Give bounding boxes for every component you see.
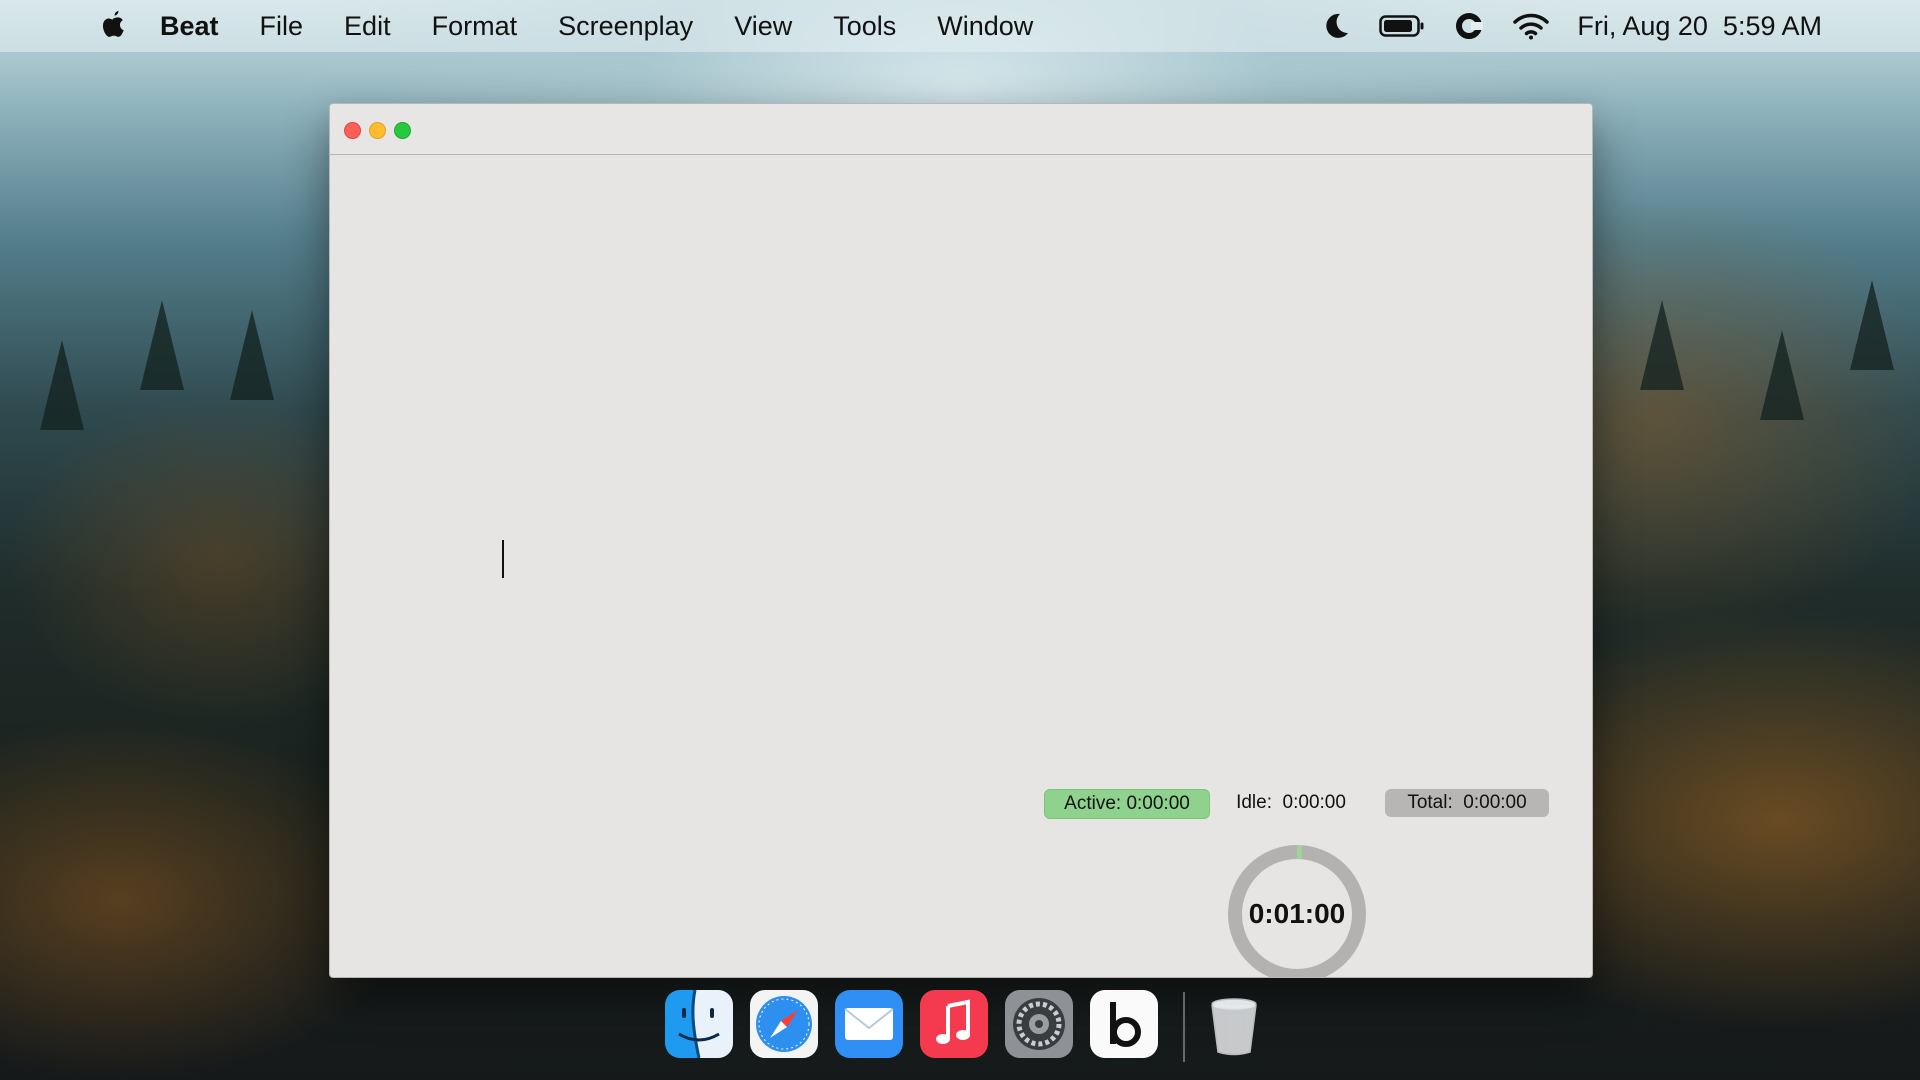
window-titlebar[interactable]	[330, 104, 1592, 155]
menu-bar-status-area: Fri, Aug 20 5:59 AM	[1321, 0, 1822, 52]
battery-icon[interactable]	[1379, 14, 1425, 38]
dock-separator	[1183, 992, 1185, 1062]
menu-edit[interactable]: Edit	[344, 11, 391, 42]
apple-menu-icon[interactable]	[98, 9, 128, 43]
wallpaper-tree	[1760, 330, 1804, 420]
mail-icon[interactable]	[835, 990, 903, 1058]
total-time-badge: Total: 0:00:00	[1385, 789, 1549, 817]
finder-icon[interactable]	[665, 990, 733, 1058]
menu-view[interactable]: View	[734, 11, 792, 42]
moon-icon[interactable]	[1321, 11, 1351, 41]
menu-bar-clock[interactable]: Fri, Aug 20 5:59 AM	[1577, 11, 1822, 42]
beat-icon[interactable]	[1090, 990, 1158, 1058]
dock	[655, 980, 1265, 1080]
menu-file[interactable]: File	[260, 11, 304, 42]
wallpaper-tree	[230, 310, 274, 400]
countdown-timer[interactable]: 0:01:00	[1226, 843, 1368, 977]
window-zoom-button[interactable]	[394, 122, 411, 139]
menu-tools[interactable]: Tools	[833, 11, 896, 42]
wifi-icon[interactable]	[1513, 12, 1550, 40]
idle-time-label: Idle: 0:00:00	[1236, 792, 1346, 813]
text-caret	[502, 540, 504, 578]
wallpaper-tree	[40, 340, 84, 430]
menu-screenplay[interactable]: Screenplay	[558, 11, 693, 42]
menu-bar: Beat File Edit Format Screenplay View To…	[0, 0, 1920, 52]
safari-icon[interactable]	[750, 990, 818, 1058]
menu-app-name[interactable]: Beat	[160, 11, 219, 42]
menu-window[interactable]: Window	[937, 11, 1033, 42]
wallpaper-tree	[1850, 280, 1894, 370]
menu-format[interactable]: Format	[432, 11, 518, 42]
wallpaper-tree	[140, 300, 184, 390]
window-close-button[interactable]	[344, 122, 361, 139]
creative-cloud-icon[interactable]	[1453, 11, 1485, 41]
wallpaper-tree	[1640, 300, 1684, 390]
trash-icon[interactable]	[1200, 990, 1268, 1058]
beat-window: Active: 0:00:00 Idle: 0:00:00 Total: 0:0…	[329, 103, 1593, 978]
music-icon[interactable]	[920, 990, 988, 1058]
countdown-value: 0:01:00	[1248, 898, 1346, 929]
session-timer-stats: Active: 0:00:00 Idle: 0:00:00 Total: 0:0…	[330, 789, 1592, 819]
system-preferences-icon[interactable]	[1005, 990, 1073, 1058]
window-minimize-button[interactable]	[369, 122, 386, 139]
active-time-badge: Active: 0:00:00	[1044, 789, 1210, 819]
screenplay-editor[interactable]: Active: 0:00:00 Idle: 0:00:00 Total: 0:0…	[330, 155, 1592, 977]
